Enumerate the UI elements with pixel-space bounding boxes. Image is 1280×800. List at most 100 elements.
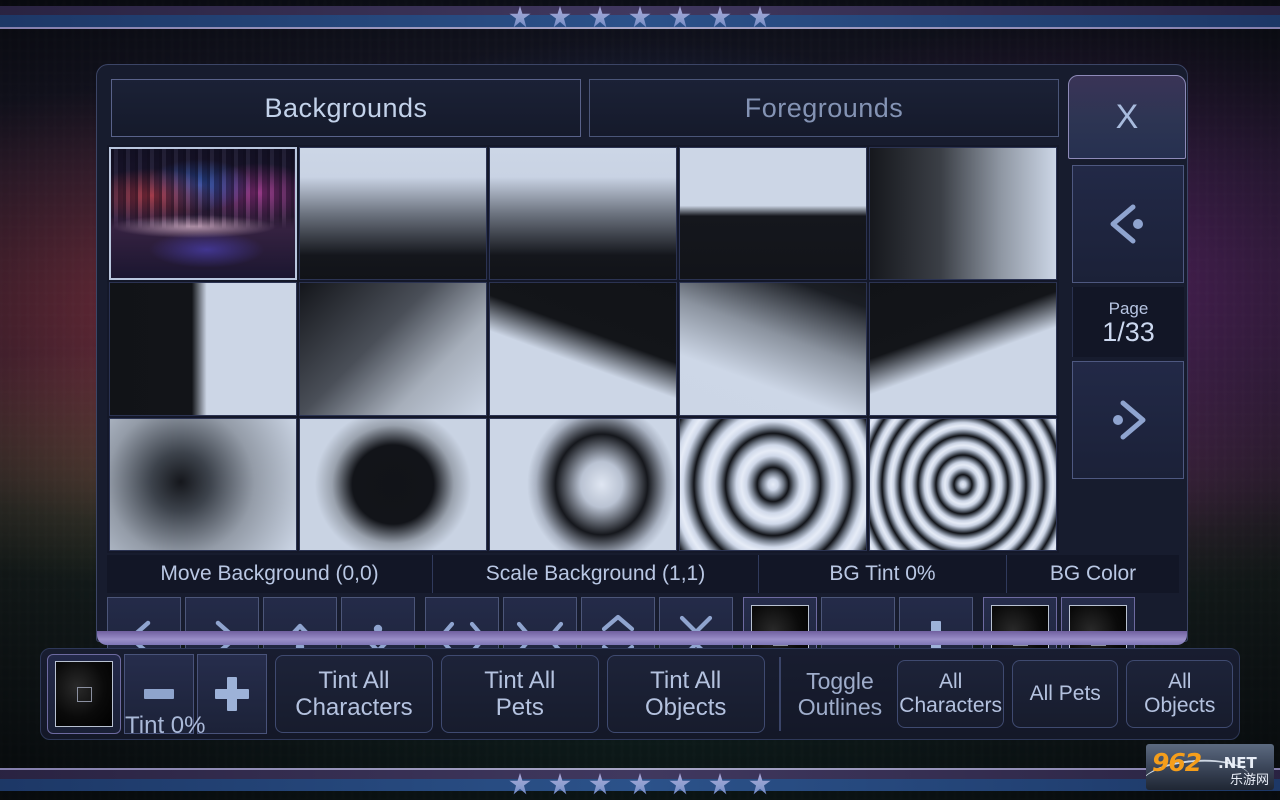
button-label-line1: Tint All: [650, 667, 722, 694]
thumbnail-horizon-split-hard[interactable]: [679, 147, 867, 281]
thumbnail-radial-dark-blob[interactable]: [299, 417, 487, 551]
thumbnail-vertical-fade-white-black[interactable]: [299, 147, 487, 281]
tint-all-characters-button[interactable]: Tint All Characters: [275, 655, 433, 733]
star-icon: [589, 773, 611, 795]
close-button[interactable]: X: [1068, 75, 1186, 159]
global-tint-cluster: Tint 0%: [47, 654, 267, 739]
thumbnail-concentric-rings-tight[interactable]: [869, 417, 1057, 551]
background-thumbnail-grid: [107, 145, 1059, 553]
thumbnail-art: [300, 283, 486, 415]
global-tint-color-swatch-button[interactable]: [47, 654, 121, 734]
thumbnail-neon-city-skyline[interactable]: [109, 147, 297, 281]
previous-page-button[interactable]: [1072, 165, 1184, 283]
thumbnail-art: [680, 148, 866, 280]
chevron-left-dot-icon: [1101, 197, 1155, 251]
close-icon: X: [1115, 97, 1139, 136]
move-background-header: Move Background (0,0): [107, 555, 433, 593]
thumbnail-art: [490, 148, 676, 280]
toggle-outlines-all-characters-button[interactable]: All Characters: [897, 660, 1004, 728]
plus-icon: [215, 677, 249, 711]
global-tint-percent-label: Tint 0%: [125, 712, 206, 739]
star-icon: [669, 773, 691, 795]
button-label-line1: All: [1168, 670, 1192, 693]
star-icon: [629, 6, 651, 28]
button-label-line1: Tint All: [484, 667, 556, 694]
button-label-line2: Characters: [899, 694, 1002, 717]
bg-tint-header: BG Tint 0%: [759, 555, 1007, 593]
bg-color-header: BG Color: [1007, 555, 1179, 593]
dialog-bottom-sheen: [97, 631, 1187, 645]
swatch-center-pip: [76, 686, 92, 702]
star-icon: [549, 773, 571, 795]
thumbnail-art: [300, 418, 486, 550]
toggle-outlines-all-pets-button[interactable]: All Pets: [1011, 660, 1119, 728]
thumbnail-concentric-rings-wide[interactable]: [679, 417, 867, 551]
star-icon: [629, 773, 651, 795]
watermark-brand: 962: [1152, 748, 1202, 777]
background-picker-dialog: Backgrounds Foregrounds X Page 1/33 Move…: [96, 64, 1188, 679]
thumbnail-art: [870, 283, 1056, 415]
thumbnail-horizontal-fade-dark-light[interactable]: [869, 147, 1057, 281]
thumbnail-art: [490, 418, 676, 550]
thumbnail-horizon-split-soft[interactable]: [489, 147, 677, 281]
page-number: 1/33: [1102, 316, 1155, 347]
watermark-inner: 962 .NET 乐游网: [1146, 744, 1274, 790]
thumbnail-diagonal-fade-reverse[interactable]: [679, 282, 867, 416]
thumbnail-art: [680, 283, 866, 415]
thumbnail-art: [110, 418, 296, 550]
site-watermark: 962 .NET 乐游网: [1146, 744, 1274, 790]
decorative-star-band-bottom: [0, 762, 1280, 800]
thumbnail-art: [490, 283, 676, 415]
button-label-line2: Pets: [495, 694, 544, 721]
tab-backgrounds[interactable]: Backgrounds: [111, 79, 581, 137]
color-swatch: [55, 661, 113, 727]
tab-foregrounds[interactable]: Foregrounds: [589, 79, 1059, 137]
thumbnail-diagonal-wedge-down[interactable]: [869, 282, 1057, 416]
star-icon: [709, 6, 731, 28]
tab-bar: Backgrounds Foregrounds: [111, 79, 1059, 137]
tab-foregrounds-label: Foregrounds: [744, 92, 904, 123]
toolbar-divider: [778, 657, 781, 731]
button-label-line2: Characters: [295, 694, 413, 721]
star-row: [509, 773, 771, 795]
star-icon: [749, 6, 771, 28]
chevron-right-dot-icon: [1101, 393, 1155, 447]
thumbnail-diagonal-fade-corner[interactable]: [299, 282, 487, 416]
thumbnail-vertical-split-half[interactable]: [109, 282, 297, 416]
thumbnail-art: [110, 283, 296, 415]
button-label-line1: Tint All: [318, 667, 390, 694]
thumbnail-art: [680, 418, 866, 550]
tint-all-objects-button[interactable]: Tint All Objects: [606, 655, 765, 733]
next-page-button[interactable]: [1072, 361, 1184, 479]
star-icon: [509, 6, 531, 28]
control-headers: Move Background (0,0) Scale Background (…: [107, 555, 1179, 593]
button-label-line2: Objects: [1144, 694, 1216, 717]
toggle-outlines-line1: Toggle: [806, 668, 874, 694]
toggle-outlines-label: Toggle Outlines: [791, 668, 890, 720]
button-label-line1: All: [938, 670, 963, 693]
scale-background-header: Scale Background (1,1): [433, 555, 759, 593]
global-tint-increase-button[interactable]: [197, 654, 267, 734]
star-icon: [589, 6, 611, 28]
button-label-line2: Objects: [645, 694, 727, 721]
page-indicator: Page 1/33: [1072, 287, 1184, 357]
button-label-line1: All Pets: [1029, 682, 1101, 705]
star-icon: [549, 6, 571, 28]
tab-backgrounds-label: Backgrounds: [264, 92, 428, 123]
thumbnail-diagonal-wedge-up[interactable]: [489, 282, 677, 416]
star-row: [509, 6, 771, 28]
thumbnail-art: [300, 148, 486, 280]
star-icon: [509, 773, 531, 795]
decorative-star-band-top: [0, 0, 1280, 34]
page-word: Page: [1108, 298, 1149, 318]
star-icon: [669, 6, 691, 28]
tint-all-pets-button[interactable]: Tint All Pets: [440, 655, 599, 733]
thumbnail-radial-dark-center[interactable]: [109, 417, 297, 551]
toggle-outlines-line2: Outlines: [797, 694, 883, 720]
star-icon: [749, 773, 771, 795]
star-icon: [709, 773, 731, 795]
thumbnail-art: [111, 149, 295, 279]
thumbnail-radial-light-center[interactable]: [489, 417, 677, 551]
toggle-outlines-all-objects-button[interactable]: All Objects: [1126, 660, 1234, 728]
global-tint-toolbar: Tint 0% Tint All Characters Tint All Pet…: [40, 648, 1240, 740]
